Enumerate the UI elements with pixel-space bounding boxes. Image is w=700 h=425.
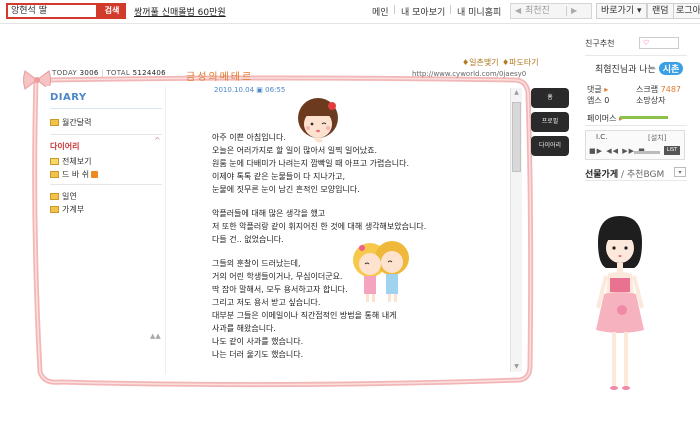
comment-row[interactable]: 댓글 ▸ [587, 84, 608, 95]
post-line: 저 또한 악플러랑 같이 휘지어진 한 것에 대해 생각해보았습니다. [212, 222, 427, 231]
friend-recommend-box[interactable]: ♡ [639, 37, 679, 49]
minihome-url[interactable]: http://www.cyworld.com/0jaesy0 [412, 70, 526, 78]
famous-meter [620, 116, 668, 119]
post-line: 나도 같이 사과를 했습니다. [212, 337, 304, 346]
ilchon-link[interactable]: ♦일촌맺기 [462, 57, 499, 68]
scroll-down-icon[interactable]: ▼ [511, 362, 522, 372]
post-line: 대부분 그들은 이메일이나 직간접적인 방법을 통해 내게 [212, 311, 397, 320]
tab-profile[interactable]: 프로필 [531, 112, 569, 132]
post-line: 원룸 눈에 다배미가 나려는지 깜빡일 때 아프고 가렵습니다. [212, 159, 409, 168]
collapse-icon[interactable]: ^ [154, 136, 161, 145]
scrap-row[interactable]: 스크랩 7487 [636, 84, 681, 95]
playlist-button[interactable]: LIST [664, 146, 680, 155]
post-line: 나는 더러 울기도 했습니다. [212, 350, 304, 359]
relation-info: 최혐진님과 나는 시촌 [595, 62, 684, 75]
post-line: 악플러들에 대해 많은 생각을 했고 [212, 209, 326, 218]
relation-badge: 시촌 [658, 62, 684, 75]
menu-family[interactable]: 가계부 [50, 204, 84, 215]
chevron-down-icon[interactable]: ▾ [674, 167, 686, 177]
heart-icon: ♡ [643, 39, 650, 47]
post-line: 이제야 톡톡 같은 눈물들이 다 지나가고, [212, 172, 346, 181]
player-track-title: I.C. [596, 133, 608, 141]
diary-post: 2010.10.04 ▣ 06:55 아주 이쁜 아침입니다. 오늘은 어러가지… [170, 86, 510, 374]
panel-arrows-icon[interactable]: ▲▲ [150, 332, 161, 340]
post-line: 거의 어린 학생들이거나, 무심이더군요. [212, 272, 343, 281]
today-count: 3006 [79, 69, 99, 77]
divider [585, 180, 687, 181]
go-dropdown-label: 바로가기 [601, 6, 635, 16]
divider [585, 55, 687, 56]
player-settings[interactable]: [설치] [648, 133, 666, 143]
minihome-title: 금성의메테르 [186, 72, 254, 83]
girl-sticker-image [298, 98, 338, 143]
next-arrow-icon[interactable]: ▶ [571, 4, 577, 18]
post-line: 다들 건.. 없었습니다. [212, 235, 284, 244]
folder-icon [50, 171, 59, 178]
post-line: 오늘은 어러가지로 할 일이 많아서 일찍 일어났죠. [212, 146, 377, 155]
menu-view-all[interactable]: 전체보기 [50, 156, 91, 167]
menu-drabi[interactable]: 드 바 쉬 [50, 169, 99, 180]
divider [50, 184, 162, 185]
today-label: TODAY [52, 69, 78, 77]
wish-box-row[interactable]: 소망상자 [636, 95, 665, 106]
menu-title: DIARY [50, 92, 87, 103]
post-date: 2010.10.04 ▣ 06:55 [214, 86, 286, 94]
total-count: 5124406 [132, 69, 166, 77]
divider [50, 134, 162, 135]
menu-folder-header[interactable]: 다이어리 [50, 141, 79, 152]
famous-row[interactable]: 페이머스 ▸ [587, 113, 623, 124]
friend-recommend-label: 친구추천 [585, 39, 615, 48]
chevron-down-icon: ▾ [637, 6, 642, 16]
relation-prefix: 최혐진님과 나는 [595, 65, 656, 75]
post-line: 딱 잡아 말해서, 모두 용서하고자 합니다. [212, 285, 348, 294]
visitor-stats: TODAY 3006 | TOTAL 5124406 [52, 69, 166, 77]
tab-diary[interactable]: 다이어리 [531, 136, 569, 156]
nav-divider [566, 6, 567, 16]
scroll-up-icon[interactable]: ▲ [511, 88, 522, 98]
folder-icon [50, 206, 59, 213]
friends-sticker-image [353, 241, 409, 302]
new-badge-icon [91, 171, 99, 178]
folder-icon [50, 193, 59, 200]
apps-row[interactable]: 앱스 0 [587, 95, 609, 106]
divider [50, 108, 162, 109]
left-menu-panel: DIARY 월간달력 다이어리 ^ 전체보기 드 바 쉬 일연 가계부 ▲▲ [46, 86, 166, 374]
random-button[interactable]: 랜덤 [647, 3, 674, 19]
scroll-thumb[interactable] [512, 102, 521, 172]
tab-home[interactable]: 홈 [531, 88, 569, 108]
go-dropdown[interactable]: 바로가기 ▾ [596, 3, 647, 19]
post-scrollbar[interactable]: ▲ ▼ [510, 88, 522, 372]
menu-ilchon[interactable]: 일연 [50, 191, 77, 202]
character-image [596, 216, 644, 390]
post-line: 사과를 해왔습니다. [212, 324, 276, 333]
post-line: 그리고 저도 용서 받고 싶습니다. [212, 298, 321, 307]
total-label: TOTAL [106, 69, 131, 77]
gift-shop-row[interactable]: 선물가게 / 추천BGM [585, 167, 664, 180]
bgm-player: I.C. [설치] ■▶ ◀◀ ▶▶ ■ LIST [585, 130, 685, 160]
post-line: 눈물에 짓무른 눈이 남긴 흔적인 모양입니다. [212, 185, 360, 194]
folder-icon [50, 119, 59, 126]
pado-link[interactable]: ♦파도타기 [502, 57, 539, 68]
divider [585, 125, 687, 126]
volume-slider[interactable] [634, 151, 660, 154]
menu-calendar[interactable]: 월간달력 [50, 117, 91, 128]
post-line: 그들의 훈찰이 드러났는데, [212, 259, 301, 268]
folder-icon [50, 158, 59, 165]
logout-button[interactable]: 로그아웃 [673, 3, 700, 19]
post-line: 아주 이쁜 아침입니다. [212, 133, 286, 142]
